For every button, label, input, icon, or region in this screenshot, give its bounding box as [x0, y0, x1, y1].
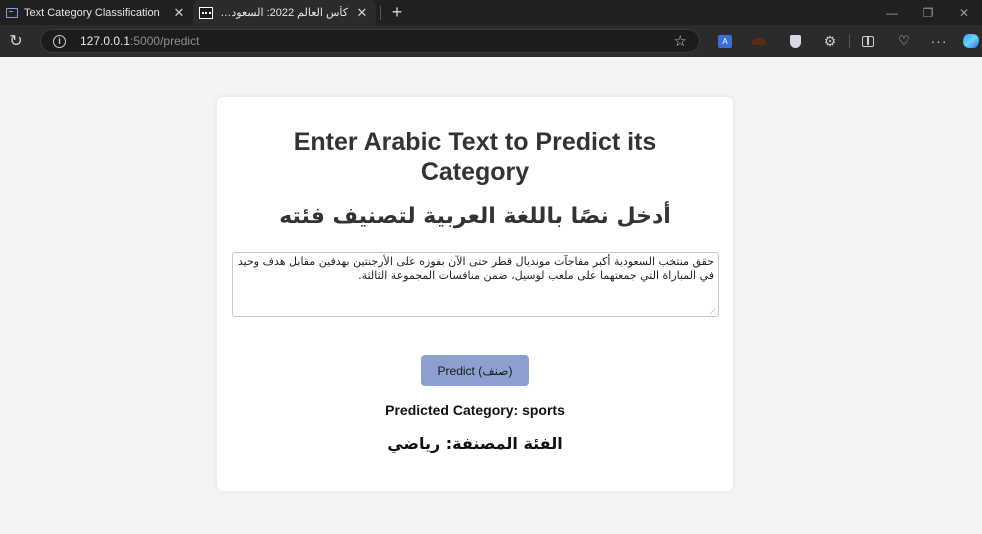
address-bar[interactable]: i 127.0.0.1:5000/predict ☆: [40, 29, 700, 53]
predicted-category-arabic: الفئة المصنفة: رياضي: [387, 434, 563, 453]
tab-text-category[interactable]: Text Category Classification ✕: [0, 0, 193, 25]
shield-icon[interactable]: [782, 25, 808, 57]
arabic-text-input[interactable]: حقق منتخب السعودية أكبر مفاجآت مونديال ق…: [232, 252, 719, 317]
tab-news-article[interactable]: كأس العالم 2022: السعودية تحقق ... ✕: [193, 0, 376, 25]
copilot-icon[interactable]: [958, 25, 982, 57]
tab-title: Text Category Classification: [24, 6, 160, 19]
minimize-button[interactable]: —: [874, 0, 910, 25]
reload-icon[interactable]: ↻: [0, 31, 32, 51]
app-favicon-icon: [6, 7, 18, 18]
prediction-card: Enter Arabic Text to Predict its Categor…: [217, 97, 733, 491]
browser-titlebar: Text Category Classification ✕ كأس العال…: [0, 0, 982, 25]
tab-divider: [380, 5, 381, 20]
window-controls: — ❐ ✕: [874, 0, 982, 25]
tab-title: كأس العالم 2022: السعودية تحقق ...: [213, 7, 348, 19]
split-screen-icon[interactable]: [855, 25, 881, 57]
resize-grip-icon[interactable]: ⟋: [710, 308, 717, 316]
page-title-arabic: أدخل نصًا باللغة العربية لتصنيف فئته: [279, 204, 671, 229]
address-url: 127.0.0.1:5000/predict: [80, 34, 199, 48]
toolbar-divider: [849, 34, 850, 48]
predict-button[interactable]: Predict (صنف): [421, 355, 529, 386]
browser-toolbar: ↻ i 127.0.0.1:5000/predict ☆ A ⚙ ♡ ···: [0, 25, 982, 57]
url-host: 127.0.0.1: [80, 34, 131, 48]
more-icon[interactable]: ···: [926, 25, 952, 57]
tab-close-icon[interactable]: ✕: [171, 5, 187, 21]
predicted-category: Predicted Category: sports: [385, 402, 565, 418]
star-icon[interactable]: ☆: [674, 32, 687, 50]
info-icon[interactable]: i: [53, 34, 66, 48]
page-title: Enter Arabic Text to Predict its Categor…: [293, 128, 657, 186]
url-path: :5000/predict: [130, 34, 200, 48]
puzzle-icon[interactable]: ⚙: [817, 25, 843, 57]
close-window-button[interactable]: ✕: [946, 0, 982, 25]
news-favicon-icon: [199, 6, 213, 19]
tab-close-icon[interactable]: ✕: [354, 5, 370, 21]
translate-icon[interactable]: A: [712, 25, 738, 57]
new-tab-button[interactable]: +: [385, 0, 409, 25]
restore-button[interactable]: ❐: [910, 0, 946, 25]
heart-icon[interactable]: ♡: [891, 25, 917, 57]
hat-icon[interactable]: [746, 25, 772, 57]
